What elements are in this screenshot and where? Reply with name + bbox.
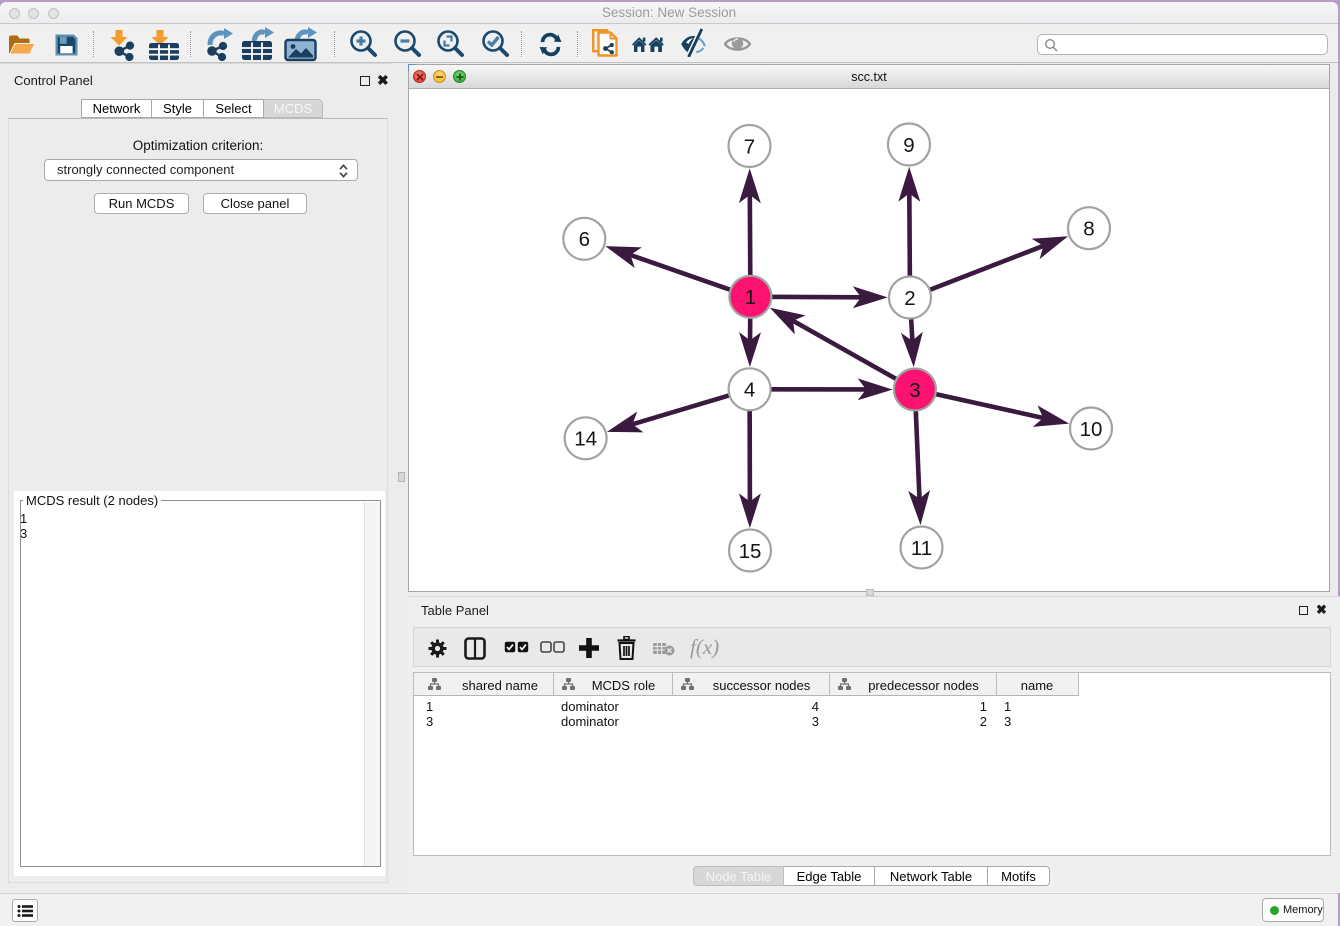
svg-text:2: 2 (904, 287, 915, 310)
svg-text:3: 3 (909, 379, 920, 402)
svg-text:11: 11 (911, 537, 932, 560)
svg-text:14: 14 (574, 428, 597, 451)
svg-text:8: 8 (1083, 218, 1094, 241)
svg-text:15: 15 (739, 540, 762, 563)
svg-text:10: 10 (1080, 418, 1103, 441)
svg-text:1: 1 (745, 286, 756, 309)
svg-text:6: 6 (579, 228, 590, 251)
svg-text:9: 9 (903, 134, 914, 157)
svg-text:4: 4 (744, 379, 755, 402)
svg-text:7: 7 (744, 135, 755, 158)
